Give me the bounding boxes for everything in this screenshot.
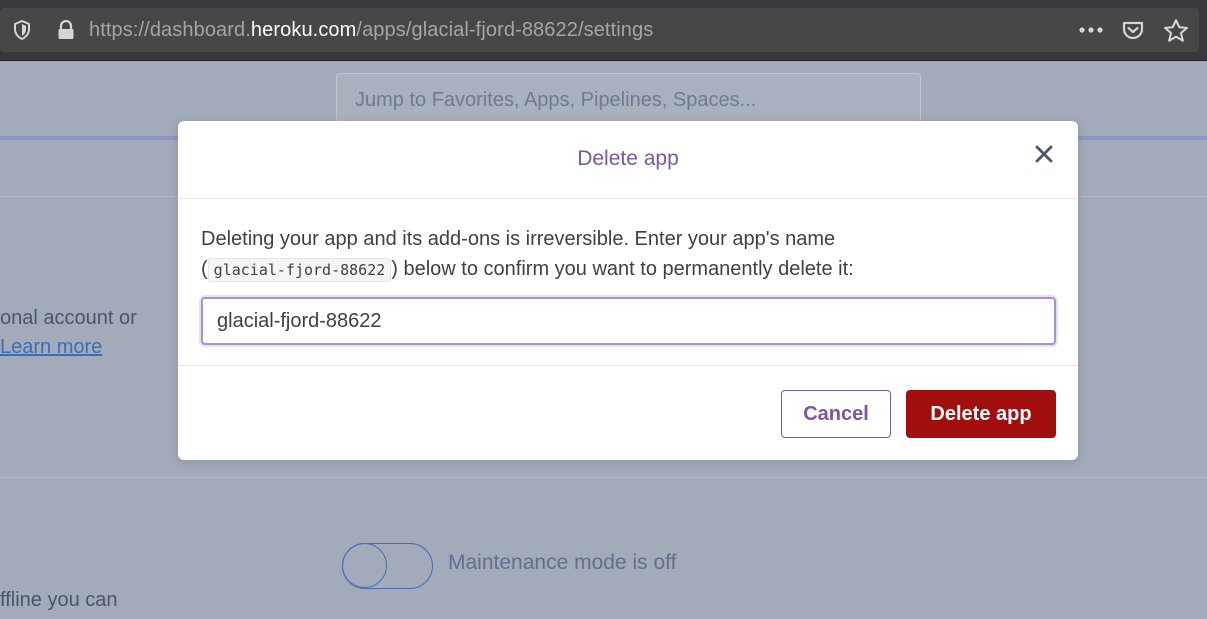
modal-title: Delete app <box>577 147 679 170</box>
delete-app-button[interactable]: Delete app <box>906 390 1056 438</box>
url-domain: heroku.com <box>250 19 357 41</box>
lock-icon[interactable] <box>56 20 76 40</box>
shield-icon[interactable] <box>12 20 32 40</box>
modal-header: Delete app <box>178 121 1078 199</box>
app-name-code: glacial-fjord-88622 <box>207 258 392 282</box>
address-bar[interactable]: https://dashboard.heroku.com/apps/glacia… <box>0 8 1199 52</box>
maintenance-label: Maintenance mode is off <box>448 551 677 574</box>
url-prefix: https://dashboard. <box>89 19 251 41</box>
cancel-button[interactable]: Cancel <box>781 390 891 438</box>
browser-toolbar: https://dashboard.heroku.com/apps/glacia… <box>0 0 1207 61</box>
more-options-icon[interactable] <box>1077 20 1105 40</box>
toggle-knob <box>342 543 387 588</box>
app-name-confirm-input[interactable] <box>201 297 1056 345</box>
delete-description: Deleting your app and its add-ons is irr… <box>201 224 1061 285</box>
pocket-icon[interactable] <box>1121 19 1145 43</box>
url-path: /apps/glacial-fjord-88622/settings <box>356 19 654 41</box>
description-line1: Deleting your app and its add-ons is irr… <box>201 228 836 250</box>
maintenance-toggle[interactable] <box>342 543 433 589</box>
section-divider <box>0 477 1207 478</box>
modal-body: Deleting your app and its add-ons is irr… <box>178 199 1078 366</box>
url-text[interactable]: https://dashboard.heroku.com/apps/glacia… <box>89 19 653 42</box>
close-icon[interactable] <box>1033 143 1055 165</box>
description-line2: ) below to confirm you want to permanent… <box>391 258 854 280</box>
account-text: onal account or <box>0 307 137 329</box>
offline-text: ffline you can <box>0 589 118 611</box>
learn-more-link[interactable]: Learn more <box>0 336 102 359</box>
delete-app-modal: Delete app Deleting your app and its add… <box>178 121 1078 460</box>
jump-search-placeholder: Jump to Favorites, Apps, Pipelines, Spac… <box>355 89 757 111</box>
bookmark-star-icon[interactable] <box>1163 18 1189 44</box>
open-paren: ( <box>201 258 208 280</box>
